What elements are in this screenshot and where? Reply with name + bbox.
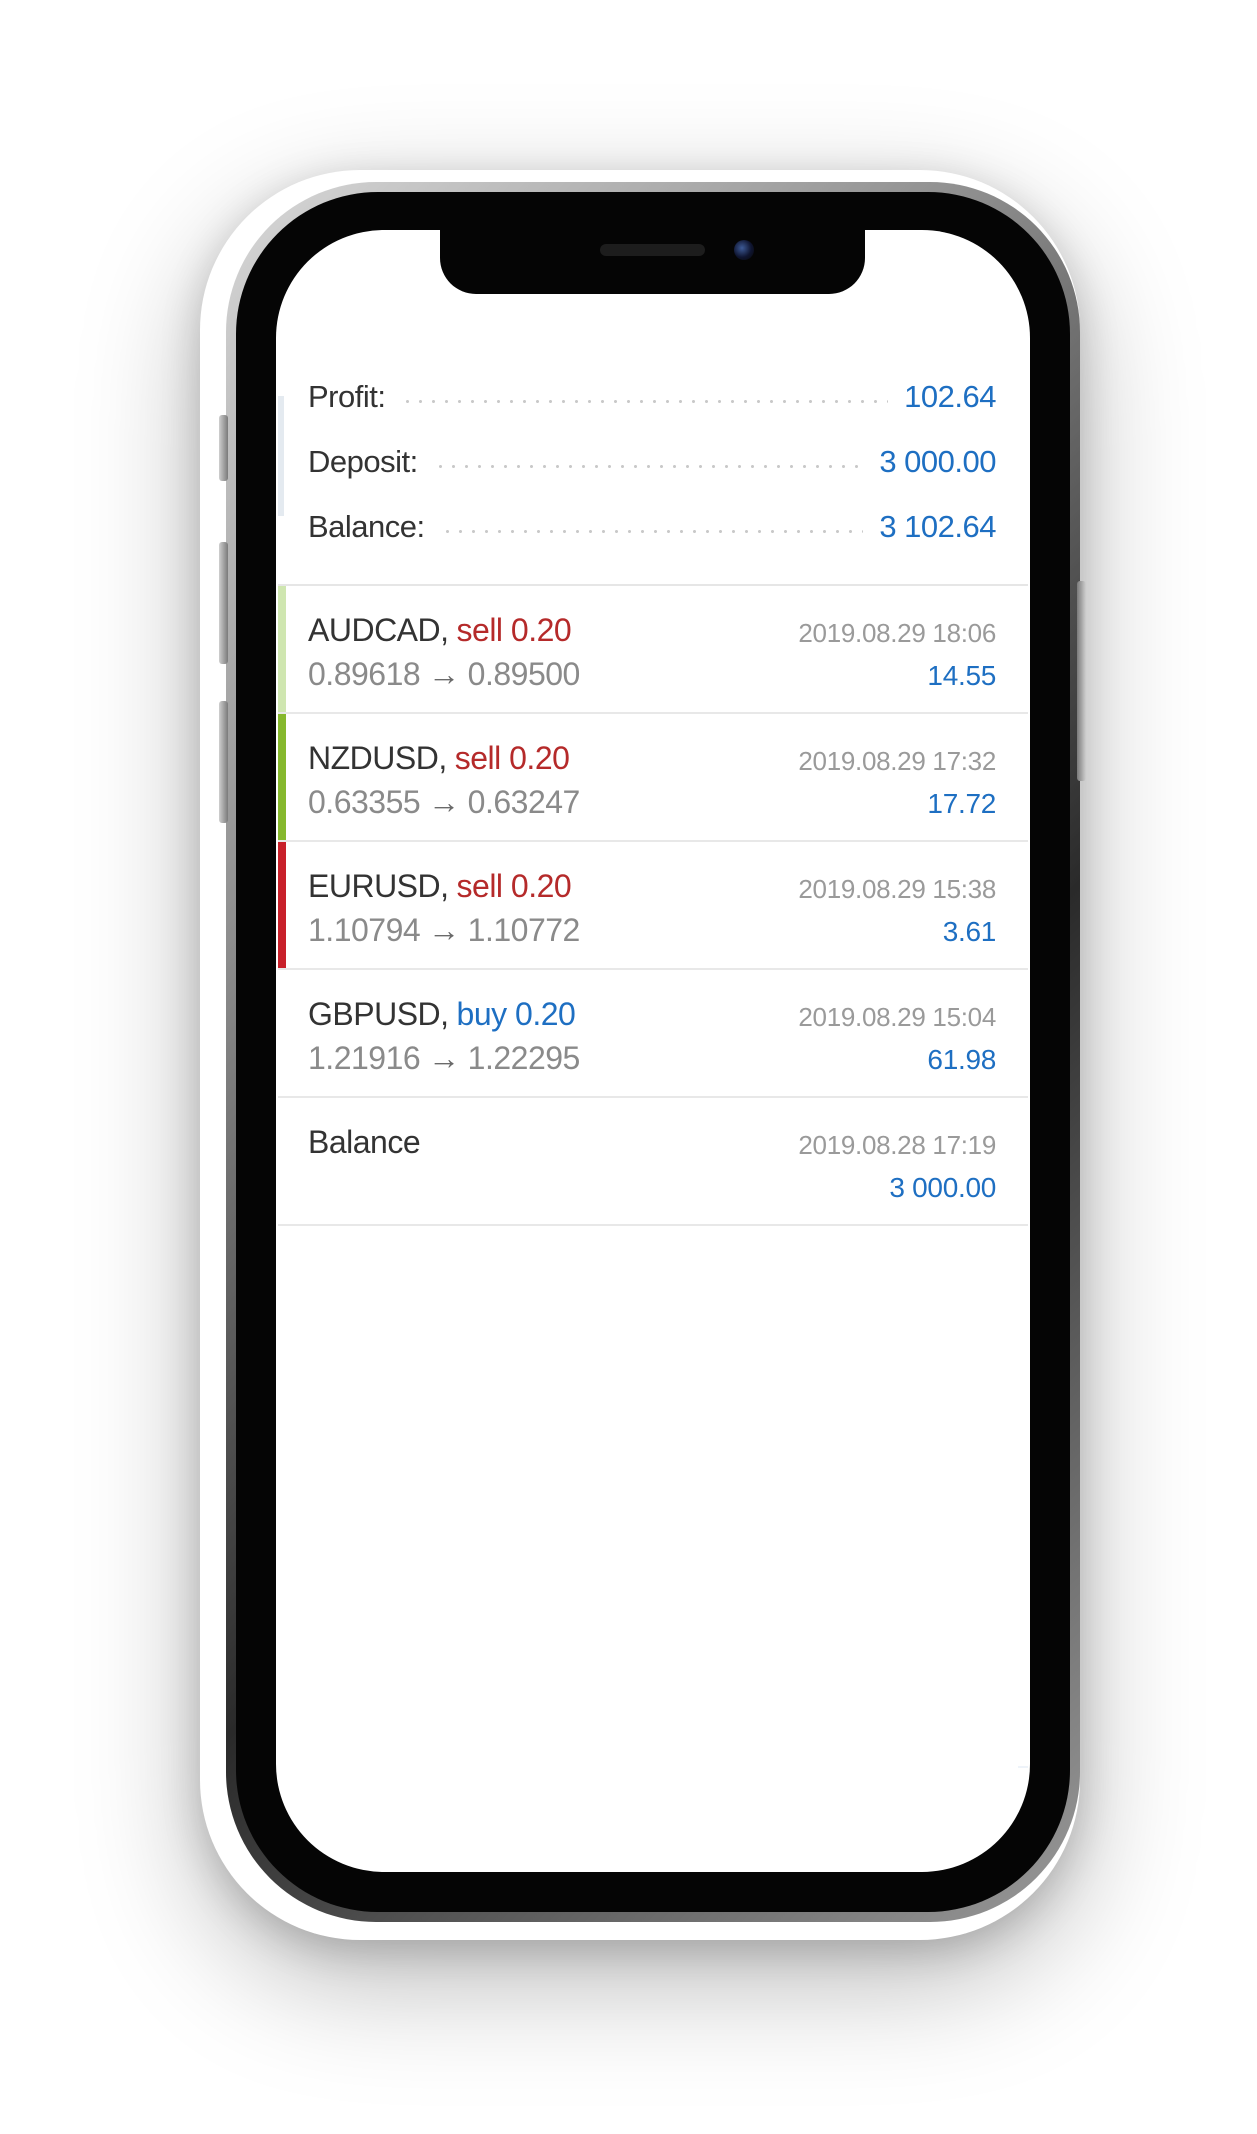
- trade-time: 2019.08.29 17:32: [798, 746, 996, 776]
- trade-profit: 17.72: [927, 788, 996, 819]
- silent-switch: [219, 415, 228, 481]
- arrow-right-icon: →: [428, 1040, 460, 1076]
- dotted-leader: [401, 399, 889, 403]
- trade-symbol: NZDUSD: [308, 740, 439, 776]
- history-screen[interactable]: Profit: 102.64 Deposit: 3 000.00 Balance…: [278, 346, 1028, 1766]
- trade-row[interactable]: AUDCAD, sell 0.20 0.89618 → 0.89500 2019.08…: [278, 586, 1028, 714]
- open-price: 0.63355: [308, 784, 421, 820]
- trade-volume: 0.20: [515, 996, 576, 1032]
- trade-volume: 0.20: [509, 740, 570, 776]
- trade-accent-bar: [278, 714, 286, 840]
- balance-entry-row[interactable]: Balance 2019.08.28 17:19 3 000.00: [278, 1098, 1028, 1226]
- close-price: 0.89500: [467, 656, 581, 692]
- trade-time: 2019.08.29 15:04: [798, 1002, 996, 1032]
- front-camera-icon: [734, 240, 754, 260]
- account-summary: Profit: 102.64 Deposit: 3 000.00 Balance…: [278, 346, 1028, 586]
- arrow-right-icon: →: [428, 656, 460, 692]
- open-price: 1.10794: [308, 912, 421, 948]
- summary-row-balance: Balance: 3 102.64: [308, 502, 996, 552]
- open-price: 1.21916: [308, 1040, 421, 1076]
- close-price: 0.63247: [467, 784, 581, 820]
- trade-comma: ,: [440, 996, 449, 1032]
- balance-value: 3 102.64: [879, 509, 996, 544]
- power-button: [1077, 581, 1086, 781]
- trade-row[interactable]: NZDUSD, sell 0.20 0.63355 → 0.63247 2019.08…: [278, 714, 1028, 842]
- trade-row[interactable]: EURUSD, sell 0.20 1.10794 → 1.10772 2019.08…: [278, 842, 1028, 970]
- dotted-leader: [440, 529, 864, 533]
- trade-time: 2019.08.29 18:06: [798, 618, 996, 648]
- trade-symbol: AUDCAD: [308, 612, 441, 648]
- arrow-right-icon: →: [428, 784, 460, 820]
- trade-time: 2019.08.29 15:38: [798, 874, 996, 904]
- trade-comma: ,: [440, 868, 449, 904]
- balance-entry-time: 2019.08.28 17:19: [798, 1130, 996, 1160]
- trade-comma: ,: [438, 740, 447, 776]
- trade-accent-bar: [278, 842, 286, 968]
- profit-label: Profit:: [308, 379, 386, 414]
- notch: [440, 226, 865, 294]
- trade-side: sell: [456, 612, 504, 648]
- trade-row[interactable]: GBPUSD, buy 0.20 1.21916 → 1.22295 2019.08.…: [278, 970, 1028, 1098]
- balance-entry-amount: 3 000.00: [889, 1172, 996, 1203]
- trade-volume: 0.20: [510, 612, 572, 648]
- deposit-label: Deposit:: [308, 444, 418, 479]
- summary-row-profit: Profit: 102.64: [308, 372, 996, 422]
- trade-side: sell: [454, 740, 502, 776]
- balance-label: Balance:: [308, 509, 425, 544]
- deposit-value: 3 000.00: [879, 444, 996, 479]
- trade-side: sell: [456, 868, 504, 904]
- close-price: 1.10772: [467, 912, 581, 948]
- balance-entry-label: Balance: [308, 1124, 421, 1160]
- close-price: 1.22295: [467, 1040, 581, 1076]
- trade-accent-bar: [278, 970, 286, 1096]
- trade-accent-bar: [278, 586, 286, 712]
- trade-volume: 0.20: [510, 868, 572, 904]
- trade-symbol: GBPUSD: [308, 996, 441, 1032]
- speaker-grille: [600, 244, 705, 256]
- open-price: 0.89618: [308, 656, 421, 692]
- summary-row-deposit: Deposit: 3 000.00: [308, 437, 996, 487]
- volume-down-button: [219, 701, 228, 823]
- trade-profit: 14.55: [927, 660, 996, 691]
- dotted-leader: [433, 464, 864, 468]
- arrow-right-icon: →: [428, 912, 460, 948]
- trade-profit: 3.61: [942, 916, 997, 947]
- profit-value: 102.64: [904, 379, 996, 414]
- summary-accent: [278, 396, 284, 516]
- trade-side: buy: [456, 996, 508, 1032]
- trade-comma: ,: [440, 612, 449, 648]
- volume-up-button: [219, 542, 228, 664]
- trade-profit: 61.98: [927, 1044, 996, 1075]
- trade-symbol: EURUSD: [308, 868, 441, 904]
